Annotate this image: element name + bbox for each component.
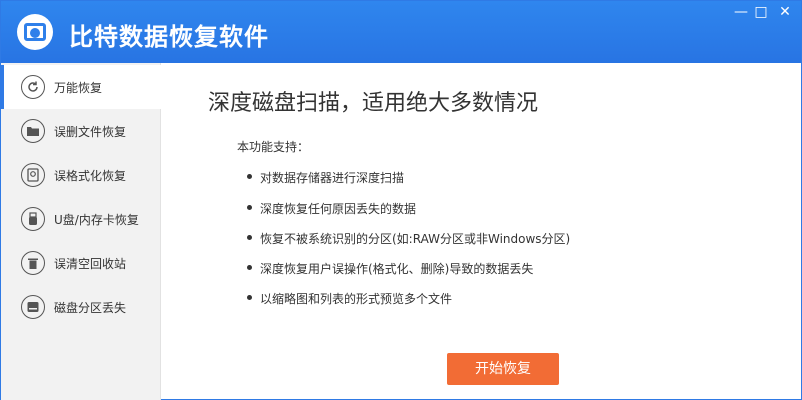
bullet-icon	[247, 235, 252, 240]
folder-icon	[21, 119, 45, 143]
sidebar-item-label: 磁盘分区丢失	[54, 301, 127, 315]
feature-item: 恢复不被系统识别的分区(如:RAW分区或非Windows分区)	[247, 230, 570, 247]
trash-icon	[21, 251, 45, 275]
sidebar-item-label: 误删文件恢复	[54, 125, 127, 139]
app-title: 比特数据恢复软件	[69, 23, 269, 51]
bullet-icon	[247, 265, 252, 270]
sidebar-item-partition-lost[interactable]: 磁盘分区丢失	[1, 285, 161, 329]
sidebar-item-label: U盘/内存卡恢复	[54, 213, 139, 227]
sidebar-item-label: 误格式化恢复	[54, 169, 127, 183]
bullet-icon	[247, 174, 252, 179]
bullet-icon	[247, 295, 252, 300]
sidebar-item-label: 误清空回收站	[54, 257, 127, 271]
sidebar-item-universal-recovery[interactable]: 万能恢复	[1, 65, 161, 109]
sidebar-item-recycle-bin[interactable]: 误清空回收站	[1, 241, 161, 285]
support-label: 本功能支持：	[237, 140, 310, 154]
sidebar-item-usb-recovery[interactable]: U盘/内存卡恢复	[1, 197, 161, 241]
page-title: 深度磁盘扫描，适用绝大多数情况	[208, 91, 539, 116]
feature-item: 深度恢复用户误操作(格式化、删除)导致的数据丢失	[247, 260, 533, 277]
sidebar-item-format-recovery[interactable]: 误格式化恢复	[1, 153, 161, 197]
feature-text: 以缩略图和列表的形式预览多个文件	[260, 292, 453, 306]
feature-item: 深度恢复任何原因丢失的数据	[247, 200, 416, 217]
sidebar-item-label: 万能恢复	[54, 81, 103, 95]
feature-item: 对数据存储器进行深度扫描	[247, 169, 404, 186]
partition-icon	[21, 295, 45, 319]
feature-text: 对数据存储器进行深度扫描	[260, 171, 405, 185]
usb-icon	[21, 207, 45, 231]
refresh-icon	[21, 75, 45, 99]
feature-text: 恢复不被系统识别的分区(如:RAW分区或非Windows分区)	[260, 232, 571, 246]
title-bar: 比特数据恢复软件 — □ ✕	[1, 1, 801, 63]
feature-text: 深度恢复任何原因丢失的数据	[260, 202, 417, 216]
app-window: 比特数据恢复软件 — □ ✕ 万能恢复 误删文件恢复 误格式化恢复 U盘/内存卡…	[0, 0, 802, 400]
feature-text: 深度恢复用户误操作(格式化、删除)导致的数据丢失	[260, 262, 534, 276]
app-logo-icon	[17, 14, 53, 50]
disk-format-icon	[21, 163, 45, 187]
sidebar-item-deleted-files[interactable]: 误删文件恢复	[1, 109, 161, 153]
bullet-icon	[247, 205, 252, 210]
maximize-button[interactable]: □	[749, 3, 773, 21]
feature-item: 以缩略图和列表的形式预览多个文件	[247, 290, 452, 307]
close-button[interactable]: ✕	[773, 3, 797, 21]
sidebar: 万能恢复 误删文件恢复 误格式化恢复 U盘/内存卡恢复 误清空回收站 磁盘分区丢…	[1, 63, 161, 400]
start-recovery-button[interactable]: 开始恢复	[447, 353, 559, 385]
